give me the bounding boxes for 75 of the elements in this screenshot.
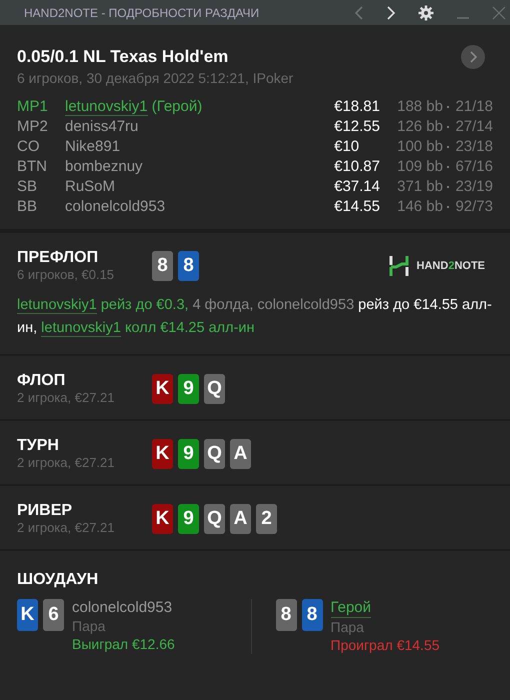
stack-bb: 109 bb [396,158,443,175]
player-stats: 23/19 [454,178,493,195]
player-link[interactable]: letunovskiy1 [17,297,97,314]
stack-amount: €37.14 [334,178,381,195]
street-info: 2 игрока, €27.21 [17,455,116,470]
next-hand-button[interactable] [461,45,485,69]
street-title: ФЛОП [17,372,66,390]
player-name: RuSoM [65,178,116,195]
street-title: ТУРН [17,437,60,455]
card: K [17,599,38,631]
player-name: deniss47ru [65,118,138,135]
position-label: BB [17,198,38,215]
card: 2 [256,504,277,534]
action-text: letunovskiy1 рейз до €0.3, 4 фолда, colonelcold953 рейз до €14.55 алл-ин, letunovskiy1 колл €14.25 алл-ин [17,296,493,339]
hero-tag: (Герой) [152,98,202,115]
result-text: Проиграл €14.55 [330,636,440,654]
position-label: SB [17,178,38,195]
player-name: Nike891 [65,138,120,155]
card: 9 [178,504,199,534]
stack-bb: 371 bb [396,178,443,195]
stack-bb: 100 bb [396,138,443,155]
stack-amount: €10.87 [334,158,381,175]
player-name: bombeznuy [65,158,143,175]
street-title: РИВЕР [17,502,74,520]
hand-info: 6 игроков, 30 декабря 2022 5:12:21, IPoker [17,70,294,86]
card: 9 [178,438,199,468]
card: 8 [152,250,173,280]
position-label: MP2 [17,118,49,135]
card: 9 [178,374,199,404]
card: A [230,438,251,468]
stack-bb: 146 bb [396,198,443,215]
player-stats: 21/18 [454,98,493,115]
card: K [152,438,173,468]
player-stats: 92/73 [454,198,493,215]
street-info: 6 игроков, €0.15 [17,267,116,282]
window-title: HAND2NOTE - ПОДРОБНОСТИ РАЗДАЧИ [24,6,260,20]
street-title: ПРЕФЛОП [17,249,100,267]
player-stats: 27/14 [454,118,493,135]
player-name[interactable]: letunovskiy1 [65,98,148,116]
stack-amount: €14.55 [334,198,381,215]
card: Q [204,374,225,404]
street-info: 2 игрока, €27.21 [17,520,116,535]
card: K [152,374,173,404]
card: 6 [43,599,64,631]
card: Q [204,438,225,468]
player-name[interactable]: Герой [330,599,372,618]
stack-amount: €10 [334,138,360,155]
stack-amount: €12.55 [334,118,381,135]
stack-amount: €18.81 [334,98,381,115]
card: 8 [178,250,199,280]
card: 8 [276,599,296,631]
card: Q [204,504,225,534]
player-name: colonelcold953 [72,599,172,617]
card: A [230,504,251,534]
forward-icon[interactable] [386,6,396,20]
player-stats: 67/16 [454,158,493,175]
position-label: CO [17,138,40,155]
street-info: 2 игрока, €27.21 [17,390,116,405]
card: 8 [302,599,322,631]
player-stats: 23/18 [454,138,493,155]
logo-text: HAND2NOTE [416,260,485,272]
logo-icon [388,254,409,276]
settings-icon[interactable] [418,4,434,20]
stack-bb: 126 bb [396,118,443,135]
position-label: MP1 [17,98,49,115]
player-name: colonelcold953 [65,198,166,215]
position-label: BTN [17,158,48,175]
player-link[interactable]: letunovskiy1 [41,320,121,337]
hand-combo: Пара [72,617,106,635]
hand-title: 0.05/0.1 NL Texas Hold'em [17,47,228,67]
result-text: Выиграл €12.66 [72,635,175,653]
showdown-title: ШОУДАУН [17,571,100,589]
hand-combo: Пара [330,618,365,636]
card: K [152,504,173,534]
stack-bb: 188 bb [396,98,443,115]
